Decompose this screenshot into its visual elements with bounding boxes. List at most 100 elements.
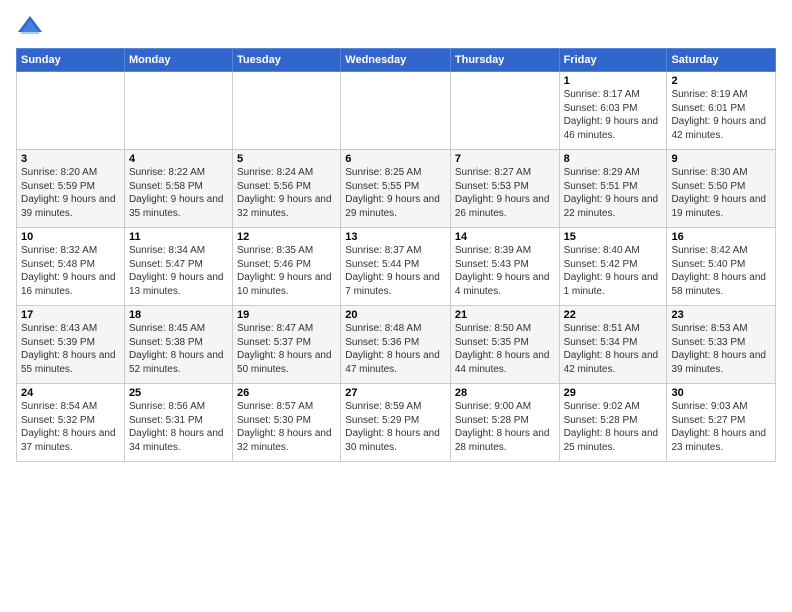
day-number: 27: [345, 387, 446, 399]
calendar-table: SundayMondayTuesdayWednesdayThursdayFrid…: [16, 48, 776, 462]
day-number: 17: [21, 309, 120, 321]
day-number: 22: [564, 309, 663, 321]
day-cell: [341, 72, 451, 150]
weekday-header-thursday: Thursday: [450, 49, 559, 72]
day-number: 18: [129, 309, 228, 321]
day-cell: [124, 72, 232, 150]
day-cell: 6Sunrise: 8:25 AM Sunset: 5:55 PM Daylig…: [341, 150, 451, 228]
day-info: Sunrise: 8:22 AM Sunset: 5:58 PM Dayligh…: [129, 166, 228, 220]
logo: [16, 12, 48, 40]
day-cell: 28Sunrise: 9:00 AM Sunset: 5:28 PM Dayli…: [450, 384, 559, 462]
day-info: Sunrise: 8:37 AM Sunset: 5:44 PM Dayligh…: [345, 244, 446, 298]
day-cell: 14Sunrise: 8:39 AM Sunset: 5:43 PM Dayli…: [450, 228, 559, 306]
day-info: Sunrise: 8:43 AM Sunset: 5:39 PM Dayligh…: [21, 322, 120, 376]
day-cell: 7Sunrise: 8:27 AM Sunset: 5:53 PM Daylig…: [450, 150, 559, 228]
day-info: Sunrise: 9:03 AM Sunset: 5:27 PM Dayligh…: [671, 400, 771, 454]
day-info: Sunrise: 9:00 AM Sunset: 5:28 PM Dayligh…: [455, 400, 555, 454]
day-number: 15: [564, 231, 663, 243]
day-info: Sunrise: 8:40 AM Sunset: 5:42 PM Dayligh…: [564, 244, 663, 298]
day-info: Sunrise: 8:24 AM Sunset: 5:56 PM Dayligh…: [237, 166, 336, 220]
day-cell: 8Sunrise: 8:29 AM Sunset: 5:51 PM Daylig…: [559, 150, 667, 228]
day-info: Sunrise: 8:57 AM Sunset: 5:30 PM Dayligh…: [237, 400, 336, 454]
day-cell: 3Sunrise: 8:20 AM Sunset: 5:59 PM Daylig…: [17, 150, 125, 228]
day-cell: 18Sunrise: 8:45 AM Sunset: 5:38 PM Dayli…: [124, 306, 232, 384]
week-row-0: 1Sunrise: 8:17 AM Sunset: 6:03 PM Daylig…: [17, 72, 776, 150]
day-number: 28: [455, 387, 555, 399]
day-cell: 24Sunrise: 8:54 AM Sunset: 5:32 PM Dayli…: [17, 384, 125, 462]
day-cell: 1Sunrise: 8:17 AM Sunset: 6:03 PM Daylig…: [559, 72, 667, 150]
page: SundayMondayTuesdayWednesdayThursdayFrid…: [0, 0, 792, 612]
day-number: 30: [671, 387, 771, 399]
day-cell: 22Sunrise: 8:51 AM Sunset: 5:34 PM Dayli…: [559, 306, 667, 384]
day-cell: 26Sunrise: 8:57 AM Sunset: 5:30 PM Dayli…: [233, 384, 341, 462]
day-info: Sunrise: 8:32 AM Sunset: 5:48 PM Dayligh…: [21, 244, 120, 298]
week-row-4: 24Sunrise: 8:54 AM Sunset: 5:32 PM Dayli…: [17, 384, 776, 462]
day-number: 26: [237, 387, 336, 399]
weekday-header-monday: Monday: [124, 49, 232, 72]
day-cell: 15Sunrise: 8:40 AM Sunset: 5:42 PM Dayli…: [559, 228, 667, 306]
week-row-1: 3Sunrise: 8:20 AM Sunset: 5:59 PM Daylig…: [17, 150, 776, 228]
day-info: Sunrise: 8:29 AM Sunset: 5:51 PM Dayligh…: [564, 166, 663, 220]
day-cell: 30Sunrise: 9:03 AM Sunset: 5:27 PM Dayli…: [667, 384, 776, 462]
day-cell: [17, 72, 125, 150]
day-cell: 25Sunrise: 8:56 AM Sunset: 5:31 PM Dayli…: [124, 384, 232, 462]
day-number: 7: [455, 153, 555, 165]
weekday-header-friday: Friday: [559, 49, 667, 72]
day-number: 20: [345, 309, 446, 321]
day-info: Sunrise: 8:19 AM Sunset: 6:01 PM Dayligh…: [671, 88, 771, 142]
day-number: 10: [21, 231, 120, 243]
day-info: Sunrise: 8:25 AM Sunset: 5:55 PM Dayligh…: [345, 166, 446, 220]
day-info: Sunrise: 8:35 AM Sunset: 5:46 PM Dayligh…: [237, 244, 336, 298]
day-number: 23: [671, 309, 771, 321]
day-info: Sunrise: 8:27 AM Sunset: 5:53 PM Dayligh…: [455, 166, 555, 220]
day-info: Sunrise: 8:30 AM Sunset: 5:50 PM Dayligh…: [671, 166, 771, 220]
day-info: Sunrise: 8:42 AM Sunset: 5:40 PM Dayligh…: [671, 244, 771, 298]
day-cell: 19Sunrise: 8:47 AM Sunset: 5:37 PM Dayli…: [233, 306, 341, 384]
day-cell: 23Sunrise: 8:53 AM Sunset: 5:33 PM Dayli…: [667, 306, 776, 384]
week-row-2: 10Sunrise: 8:32 AM Sunset: 5:48 PM Dayli…: [17, 228, 776, 306]
day-info: Sunrise: 8:20 AM Sunset: 5:59 PM Dayligh…: [21, 166, 120, 220]
day-number: 21: [455, 309, 555, 321]
day-number: 19: [237, 309, 336, 321]
day-info: Sunrise: 8:56 AM Sunset: 5:31 PM Dayligh…: [129, 400, 228, 454]
day-number: 16: [671, 231, 771, 243]
day-number: 29: [564, 387, 663, 399]
weekday-header-wednesday: Wednesday: [341, 49, 451, 72]
day-cell: 17Sunrise: 8:43 AM Sunset: 5:39 PM Dayli…: [17, 306, 125, 384]
day-info: Sunrise: 8:50 AM Sunset: 5:35 PM Dayligh…: [455, 322, 555, 376]
day-cell: 10Sunrise: 8:32 AM Sunset: 5:48 PM Dayli…: [17, 228, 125, 306]
day-cell: 4Sunrise: 8:22 AM Sunset: 5:58 PM Daylig…: [124, 150, 232, 228]
day-cell: 27Sunrise: 8:59 AM Sunset: 5:29 PM Dayli…: [341, 384, 451, 462]
day-number: 24: [21, 387, 120, 399]
day-number: 8: [564, 153, 663, 165]
week-row-3: 17Sunrise: 8:43 AM Sunset: 5:39 PM Dayli…: [17, 306, 776, 384]
day-number: 13: [345, 231, 446, 243]
day-cell: [450, 72, 559, 150]
day-info: Sunrise: 8:51 AM Sunset: 5:34 PM Dayligh…: [564, 322, 663, 376]
day-number: 9: [671, 153, 771, 165]
day-info: Sunrise: 8:48 AM Sunset: 5:36 PM Dayligh…: [345, 322, 446, 376]
day-info: Sunrise: 8:54 AM Sunset: 5:32 PM Dayligh…: [21, 400, 120, 454]
day-number: 6: [345, 153, 446, 165]
day-info: Sunrise: 8:17 AM Sunset: 6:03 PM Dayligh…: [564, 88, 663, 142]
day-number: 25: [129, 387, 228, 399]
day-number: 5: [237, 153, 336, 165]
logo-icon: [16, 12, 44, 40]
weekday-header-saturday: Saturday: [667, 49, 776, 72]
day-number: 14: [455, 231, 555, 243]
weekday-header-row: SundayMondayTuesdayWednesdayThursdayFrid…: [17, 49, 776, 72]
day-info: Sunrise: 9:02 AM Sunset: 5:28 PM Dayligh…: [564, 400, 663, 454]
header: [16, 12, 776, 40]
day-cell: 12Sunrise: 8:35 AM Sunset: 5:46 PM Dayli…: [233, 228, 341, 306]
day-number: 1: [564, 75, 663, 87]
day-number: 11: [129, 231, 228, 243]
day-info: Sunrise: 8:53 AM Sunset: 5:33 PM Dayligh…: [671, 322, 771, 376]
day-cell: 21Sunrise: 8:50 AM Sunset: 5:35 PM Dayli…: [450, 306, 559, 384]
day-info: Sunrise: 8:47 AM Sunset: 5:37 PM Dayligh…: [237, 322, 336, 376]
day-cell: 9Sunrise: 8:30 AM Sunset: 5:50 PM Daylig…: [667, 150, 776, 228]
day-cell: 11Sunrise: 8:34 AM Sunset: 5:47 PM Dayli…: [124, 228, 232, 306]
day-cell: 29Sunrise: 9:02 AM Sunset: 5:28 PM Dayli…: [559, 384, 667, 462]
day-cell: 5Sunrise: 8:24 AM Sunset: 5:56 PM Daylig…: [233, 150, 341, 228]
day-cell: 16Sunrise: 8:42 AM Sunset: 5:40 PM Dayli…: [667, 228, 776, 306]
day-cell: [233, 72, 341, 150]
